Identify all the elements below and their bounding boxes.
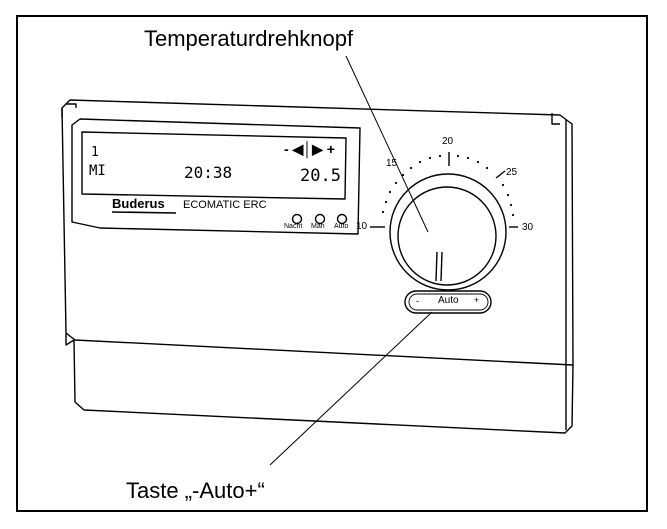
dial-scale-15: 15 xyxy=(386,158,398,169)
leader-line-button xyxy=(269,311,433,466)
dial-knob xyxy=(397,186,497,286)
auto-button-plus: + xyxy=(474,295,480,305)
lcd-arrow-indicator: - ◀│▶ + xyxy=(284,141,335,157)
dial-tick-25 xyxy=(495,170,506,179)
lcd-time: 20:38 xyxy=(184,163,233,182)
model-name: ECOMATIC ERC xyxy=(183,199,267,211)
dial-scale-30: 30 xyxy=(522,222,534,233)
brand-logo: Buderus xyxy=(112,196,165,211)
dial-scale-dots xyxy=(381,154,515,217)
lcd-day: MI xyxy=(89,163,106,179)
dial-callout-label: Temperaturdrehknopf xyxy=(144,26,354,51)
auto-button-label: Auto xyxy=(438,295,459,306)
indicator-label-nacht: Nacht xyxy=(284,223,303,230)
housing-corner-tr xyxy=(551,113,567,365)
button-callout-label: Taste „-Auto+“ xyxy=(126,478,265,503)
thermostat-drawing xyxy=(61,55,574,466)
lcd-program-number: 1 xyxy=(91,145,99,160)
dial-pointer xyxy=(435,251,443,282)
dial-scale-20: 20 xyxy=(442,136,454,147)
dial-scale-25: 25 xyxy=(506,167,518,178)
dial-ring xyxy=(389,173,507,291)
indicator-label-man: Man xyxy=(311,223,325,230)
dial-scale-10: 10 xyxy=(356,221,368,232)
auto-button-minus: - xyxy=(416,296,419,306)
indicator-label-auto: Auto xyxy=(334,223,349,230)
lcd-temperature: 20.5 xyxy=(300,166,341,186)
